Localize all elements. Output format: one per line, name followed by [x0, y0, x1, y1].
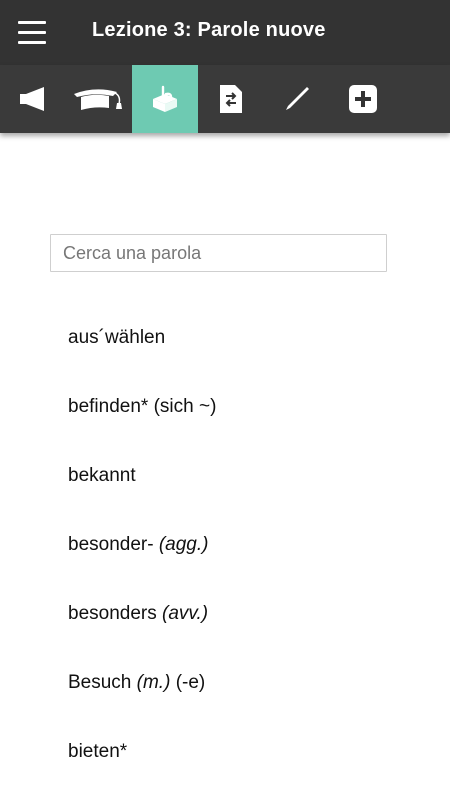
vocabulary-box-icon	[153, 85, 177, 112]
word-text: bekannt	[68, 464, 136, 486]
word-text: aus´wählen	[68, 326, 166, 348]
tab-vocabulary[interactable]	[132, 65, 198, 133]
word-text: Besuch	[68, 671, 137, 693]
list-item[interactable]: aus´wählen	[0, 303, 450, 372]
megaphone-icon	[20, 87, 44, 111]
word-text: besonder-	[68, 533, 159, 555]
list-item[interactable]: bekannt	[0, 441, 450, 510]
word-list: aus´wählen befinden* (sich ~) bekannt be…	[0, 303, 450, 786]
tab-audio[interactable]	[0, 65, 66, 133]
plus-box-icon	[349, 85, 377, 113]
word-grammar: (agg.)	[158, 533, 209, 555]
word-plural: (-e)	[170, 671, 206, 693]
section-toolbar	[0, 65, 450, 133]
page-title: Lezione 3: Parole nuove	[92, 19, 326, 41]
tab-exercises[interactable]	[198, 65, 264, 133]
word-grammar: (m.)	[136, 671, 171, 693]
tab-add[interactable]	[330, 65, 396, 133]
list-item[interactable]: befinden* (sich ~)	[0, 372, 450, 441]
document-swap-icon	[220, 85, 242, 113]
pen-icon	[286, 87, 309, 110]
hamburger-menu-icon[interactable]	[18, 21, 46, 45]
word-text: befinden* (sich ~)	[68, 395, 217, 417]
word-grammar: (avv.)	[162, 602, 209, 624]
list-item[interactable]: besonders (avv.)	[0, 579, 450, 648]
word-text: besonders	[68, 602, 163, 624]
list-item[interactable]: besonder- (agg.)	[0, 510, 450, 579]
list-item[interactable]: Besuch (m.) (-e)	[0, 648, 450, 717]
word-text: bieten*	[68, 740, 128, 762]
search-input[interactable]	[50, 234, 387, 272]
tab-writing[interactable]	[264, 65, 330, 133]
graduation-cap-icon	[74, 89, 122, 110]
list-item[interactable]: bieten*	[0, 717, 450, 786]
tab-lesson[interactable]	[66, 65, 132, 133]
app-bar: Lezione 3: Parole nuove	[0, 0, 450, 65]
